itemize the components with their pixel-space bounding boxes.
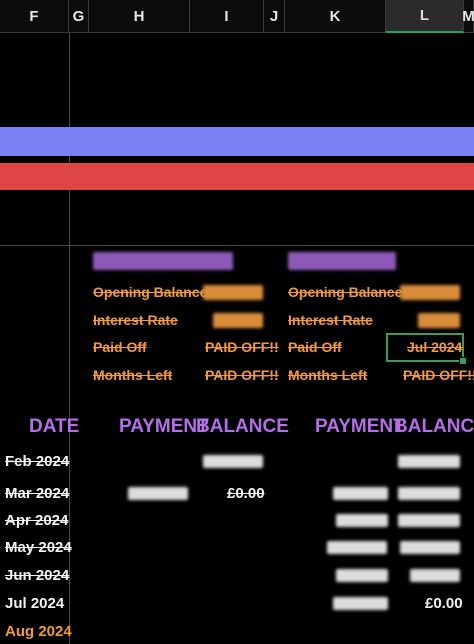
column-header-i[interactable]: I [190,0,264,33]
date-row-feb-2024: Feb 2024 [5,453,70,470]
date-row-jun-2024: Jun 2024 [5,567,70,584]
interest-rate-value-redacted-left [213,313,263,328]
payment-redacted-right-apr [336,514,388,527]
date-row-may-2024: May 2024 [5,539,72,556]
row-divider [0,245,474,246]
column-header-f[interactable]: F [0,0,69,33]
column-header-label: L [419,7,430,24]
paid-off-value-right[interactable]: Jul 2024 [407,340,462,354]
balance-redacted-right-apr [398,514,460,527]
opening-balance-value-redacted-right [400,285,460,300]
date-row-mar-2024: Mar 2024 [5,485,70,502]
date-row-apr-2024: Apr 2024 [5,512,69,529]
paid-off-value-left[interactable]: PAID OFF!! [205,340,279,354]
fill-handle[interactable] [459,357,467,365]
interest-rate-label-left: Interest Rate [93,312,178,328]
balance-left-mar: £0.00 [227,485,265,502]
balance-redacted-left-feb [203,455,263,468]
months-left-label-right: Months Left [288,367,368,383]
column-header-label: M [462,7,474,25]
column-header-label: K [329,7,341,25]
opening-balance-label-right: Opening Balance [288,284,403,300]
payment-redacted-left-mar [128,487,188,500]
column-header-label: H [133,7,145,25]
payment-header-right: PAYMENT [315,416,405,437]
red-band [0,163,474,190]
months-left-label-left: Months Left [93,367,173,383]
months-left-value-right[interactable]: PAID OFF!! [403,368,474,382]
column-header-label: G [72,7,85,25]
balance-right-jul: £0.00 [425,595,463,612]
paid-off-label-left: Paid Off [93,339,147,355]
payment-redacted-right-mar [333,487,388,500]
purple-band [0,127,474,156]
date-row-aug-2024: Aug 2024 [5,623,72,640]
column-header-label: I [224,7,229,25]
balance-redacted-right-jun [410,569,460,582]
column-header-label: F [29,7,39,25]
column-header-g[interactable]: G [69,0,89,33]
date-row-jul-2024: Jul 2024 [5,595,65,612]
bank-name-redacted-left [93,252,233,270]
balance-header-right: BALANCE [394,416,474,437]
balance-redacted-right-feb [398,455,460,468]
payment-redacted-right-may [327,541,387,554]
balance-redacted-right-mar [398,487,460,500]
column-header-j[interactable]: J [264,0,285,33]
column-header-m[interactable]: M [462,0,474,33]
column-header-k[interactable]: K [285,0,386,33]
opening-balance-value-redacted-left [203,285,263,300]
paid-off-label-right: Paid Off [288,339,342,355]
column-header-label: J [269,7,279,25]
balance-header-left: BALANCE [196,416,289,437]
date-header: DATE [29,416,80,437]
payment-redacted-right-jun [336,569,388,582]
interest-rate-value-redacted-right [418,313,460,328]
interest-rate-label-right: Interest Rate [288,312,373,328]
column-header-l[interactable]: L [386,0,464,33]
months-left-value-left[interactable]: PAID OFF!! [205,368,279,382]
bank-name-redacted-right [288,252,396,270]
column-header-h[interactable]: H [89,0,190,33]
payment-redacted-right-jul [333,597,388,610]
opening-balance-label-left: Opening Balance [93,284,208,300]
balance-redacted-right-may [400,541,460,554]
